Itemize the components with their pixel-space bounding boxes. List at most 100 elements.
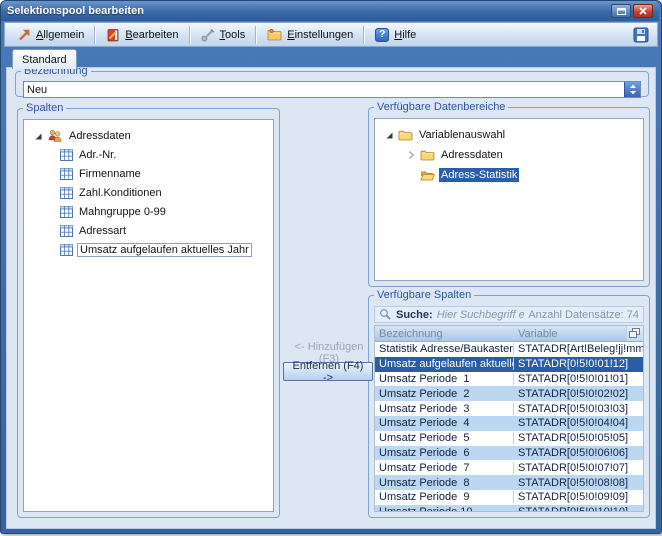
tree-item-label: Zahl.Konditionen <box>77 186 164 200</box>
toolbar-button-tools[interactable]: Tools <box>195 26 252 44</box>
cell-bezeichnung: Umsatz Periode 3 <box>375 403 513 415</box>
window-title: Selektionspool bearbeiten <box>7 5 144 17</box>
settings-folder-icon <box>267 28 282 41</box>
save-button[interactable] <box>631 25 651 45</box>
cell-variable: STATADR[0!5!0!03!03] <box>513 403 643 415</box>
cell-bezeichnung: Umsatz Periode 5 <box>375 432 513 444</box>
datenbereiche-listbox[interactable]: Variablenauswahl Adressdaten <box>374 118 644 281</box>
record-count: Anzahl Datensätze: 74 <box>528 309 639 321</box>
tab-label: Standard <box>22 54 67 66</box>
cell-variable: STATADR[0!5!0!02!02] <box>513 388 643 400</box>
table-row[interactable]: Umsatz aufgelaufen aktuelles Jahr STATAD… <box>375 357 643 372</box>
column-header-bezeichnung[interactable]: Bezeichnung <box>375 328 513 340</box>
cell-variable: STATADR[0!5!0!05!05] <box>513 432 643 444</box>
tree-item-label: Umsatz aufgelaufen aktuelles Jahr <box>77 243 252 257</box>
table-header: Bezeichnung Variable <box>375 326 643 342</box>
toolbar-separator <box>189 26 191 44</box>
table-row[interactable]: Umsatz Periode 6 STATADR[0!5!0!06!06] <box>375 446 643 461</box>
cell-bezeichnung: Umsatz Periode 9 <box>375 491 513 503</box>
restore-button[interactable] <box>611 4 631 18</box>
toolbar-label: Einstellungen <box>287 29 353 41</box>
cell-bezeichnung: Umsatz Periode 1 <box>375 373 513 385</box>
close-icon <box>639 7 647 15</box>
wrench-icon <box>201 28 215 42</box>
cell-bezeichnung: Umsatz aufgelaufen aktuelles Jahr <box>375 358 513 370</box>
cell-bezeichnung: Statistik Adresse/Baukasten <box>375 343 513 355</box>
table-row[interactable]: Umsatz Periode 1 STATADR[0!5!0!01!01] <box>375 372 643 387</box>
tree-item-column[interactable]: Firmenname <box>24 164 273 183</box>
save-icon <box>633 27 649 43</box>
tree-item-adressdaten[interactable]: Adressdaten <box>24 126 273 145</box>
tree-item-label: Adr.-Nr. <box>77 148 118 162</box>
application-window: Selektionspool bearbeiten Allgemein <box>0 0 662 536</box>
cell-bezeichnung: Umsatz Periode 4 <box>375 417 513 429</box>
table-row[interactable]: Umsatz Periode 9 STATADR[0!5!0!09!09] <box>375 490 643 505</box>
tree-item-column[interactable]: Adr.-Nr. <box>24 145 273 164</box>
tree-item-label: Adress-Statistik <box>439 168 519 182</box>
tree-item-adressdaten-folder[interactable]: Adressdaten <box>375 145 643 165</box>
cell-variable: STATADR[Art!Beleg!jj!mm/m <box>513 343 643 355</box>
toolbar-button-bearbeiten[interactable]: Bearbeiten <box>100 26 184 44</box>
datenbereiche-tree: Variablenauswahl Adressdaten <box>375 119 643 280</box>
search-icon <box>379 308 392 321</box>
tree-item-adress-statistik[interactable]: Adress-Statistik <box>375 165 643 185</box>
titlebar[interactable]: Selektionspool bearbeiten <box>1 1 659 21</box>
cell-bezeichnung: Umsatz Periode 6 <box>375 447 513 459</box>
spalten-listbox[interactable]: Adressdaten Adr.-Nr. Firmenname Zahl.Kon… <box>23 119 274 512</box>
table-row[interactable]: Umsatz Periode 8 STATADR[0!5!0!08!08] <box>375 475 643 490</box>
columns-table[interactable]: Bezeichnung Variable Statistik Adresse/B… <box>374 325 644 512</box>
tree-item-column[interactable]: Adressart <box>24 221 273 240</box>
table-row[interactable]: Umsatz Periode 3 STATADR[0!5!0!03!03] <box>375 401 643 416</box>
toolbar-button-einstellungen[interactable]: Einstellungen <box>261 26 359 43</box>
toolbar-label: Tools <box>220 29 246 41</box>
column-header-variable[interactable]: Variable <box>513 328 626 340</box>
folder-closed-icon <box>420 149 435 161</box>
tab-standard[interactable]: Standard <box>12 49 77 69</box>
tree-item-label: Adressart <box>77 224 128 238</box>
expander-expanded-icon[interactable] <box>383 130 394 140</box>
table-grid-icon <box>60 168 73 180</box>
tree-item-label: Adressdaten <box>439 148 505 162</box>
table-row[interactable]: Umsatz Periode 2 STATADR[0!5!0!02!02] <box>375 386 643 401</box>
tree-item-label: Mahngruppe 0-99 <box>77 205 168 219</box>
toolbar-label: Hilfe <box>394 29 416 41</box>
group-datenbereiche-label: Verfügbare Datenbereiche <box>374 102 508 112</box>
tree-item-column[interactable]: Mahngruppe 0-99 <box>24 202 273 221</box>
tree-item-label: Firmenname <box>77 167 143 181</box>
remove-button[interactable]: Entfernen (F4) -> <box>283 362 373 381</box>
table-row[interactable]: Umsatz Periode 5 STATADR[0!5!0!05!05] <box>375 431 643 446</box>
tree-item-column[interactable]: Umsatz aufgelaufen aktuelles Jahr <box>24 240 273 259</box>
expander-collapsed-icon[interactable] <box>405 149 416 161</box>
toolbar-separator <box>255 26 257 44</box>
search-bar: Suche: Anzahl Datensätze: 74 <box>374 306 644 323</box>
cell-bezeichnung: Umsatz Periode 10 <box>375 506 513 512</box>
group-datenbereiche: Verfügbare Datenbereiche Variablenauswah… <box>368 102 650 287</box>
table-row[interactable]: Umsatz Periode 4 STATADR[0!5!0!04!04] <box>375 416 643 431</box>
table-row[interactable]: Statistik Adresse/Baukasten STATADR[Art!… <box>375 342 643 357</box>
tree-item-column[interactable]: Zahl.Konditionen <box>24 183 273 202</box>
cell-variable: STATADR[0!5!0!10!10] <box>513 506 643 512</box>
spinner-icon[interactable] <box>624 82 640 97</box>
cell-variable: STATADR[0!5!0!06!06] <box>513 447 643 459</box>
cell-bezeichnung: Umsatz Periode 2 <box>375 388 513 400</box>
folder-closed-icon <box>398 129 413 141</box>
close-button[interactable] <box>633 4 653 18</box>
spalten-tree-children: Adr.-Nr. Firmenname Zahl.Konditionen Mah… <box>24 145 273 259</box>
bezeichnung-combobox[interactable]: Neu <box>23 81 641 98</box>
table-row[interactable]: Umsatz Periode 7 STATADR[0!5!0!07!07] <box>375 460 643 475</box>
columns-table-body: Statistik Adresse/Baukasten STATADR[Art!… <box>375 342 643 512</box>
column-chooser-button[interactable] <box>626 326 643 341</box>
table-row[interactable]: Umsatz Periode 10 STATADR[0!5!0!10!10] <box>375 505 643 512</box>
tree-item-variablenauswahl[interactable]: Variablenauswahl <box>375 125 643 145</box>
cell-variable: STATADR[0!5!0!01!01] <box>513 373 643 385</box>
toolbar-label: Allgemein <box>36 29 84 41</box>
table-grid-icon <box>60 225 73 237</box>
contacts-icon <box>47 129 63 142</box>
help-icon: ? <box>375 28 389 42</box>
toolbar-button-allgemein[interactable]: Allgemein <box>11 26 90 44</box>
tree-item-label: Adressdaten <box>67 129 133 143</box>
table-grid-icon <box>60 206 73 218</box>
expander-expanded-icon[interactable] <box>32 131 43 141</box>
toolbar-button-hilfe[interactable]: ? Hilfe <box>369 26 422 44</box>
search-input[interactable] <box>437 309 525 321</box>
